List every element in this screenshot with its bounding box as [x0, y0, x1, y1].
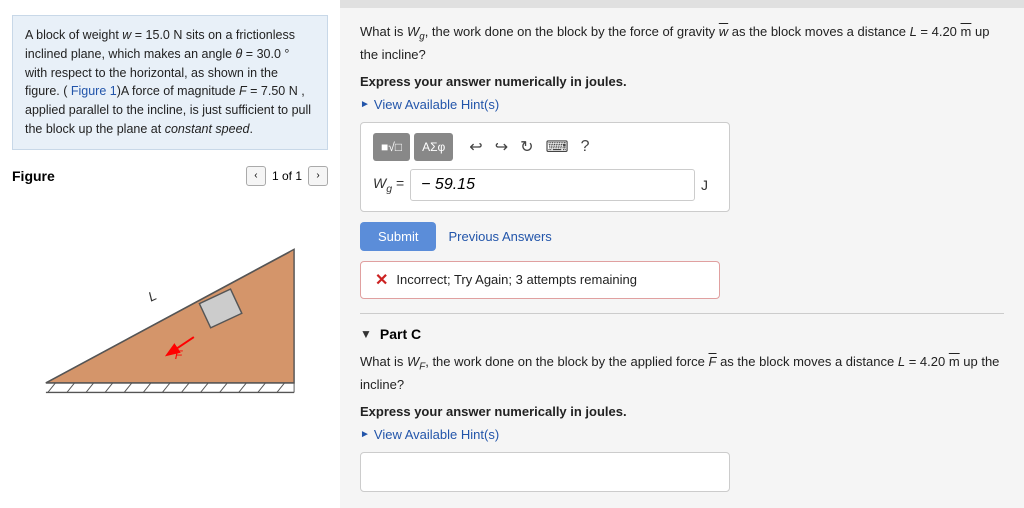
- answer-box: ■ √□ ΑΣφ ↩ ↪ ↻ ⌨: [360, 122, 730, 212]
- left-panel: A block of weight w = 15.0 N sits on a f…: [0, 0, 340, 508]
- problem-text: A block of weight w = 15.0 N sits on a f…: [25, 28, 311, 136]
- figure-navigation: ‹ 1 of 1 ›: [246, 166, 328, 186]
- redo-icon: ↪: [495, 139, 508, 156]
- keyboard-icon: ⌨: [546, 139, 569, 156]
- part-c-title: Part C: [380, 326, 421, 342]
- figure-link[interactable]: Figure 1: [71, 84, 117, 98]
- toolbar: ■ √□ ΑΣφ ↩ ↪ ↻ ⌨: [373, 133, 717, 161]
- partc-hint-text: View Available Hint(s): [374, 427, 499, 442]
- hint-link[interactable]: ► View Available Hint(s): [360, 97, 1004, 112]
- svg-text:L: L: [146, 287, 159, 304]
- help-button[interactable]: ?: [577, 136, 594, 158]
- sqrt-icon: ■: [381, 140, 388, 154]
- figure-canvas: L F: [12, 192, 328, 501]
- partb-question: What is Wg, the work done on the block b…: [360, 22, 1004, 66]
- undo-icon: ↩: [469, 139, 482, 156]
- figure-svg: L F: [12, 192, 328, 402]
- sigma-label: ΑΣφ: [422, 140, 445, 154]
- partc-hint-link[interactable]: ► View Available Hint(s): [360, 427, 1004, 442]
- figure-title: Figure: [12, 168, 238, 184]
- input-label: Wg =: [373, 175, 404, 195]
- sqrt-label: √□: [388, 140, 402, 154]
- submit-button[interactable]: Submit: [360, 222, 436, 251]
- prev-figure-button[interactable]: ‹: [246, 166, 266, 186]
- figure-page: 1 of 1: [272, 169, 302, 183]
- figure-header: Figure ‹ 1 of 1 ›: [12, 158, 328, 192]
- part-c-toggle[interactable]: ▼: [360, 327, 372, 341]
- hint-text: View Available Hint(s): [374, 97, 499, 112]
- hint-arrow-icon: ►: [360, 99, 370, 110]
- sqrt-button[interactable]: ■ √□: [373, 133, 410, 161]
- unit-label: J: [701, 177, 717, 193]
- keyboard-button[interactable]: ⌨: [542, 135, 573, 159]
- express-label: Express your answer numerically in joule…: [360, 74, 1004, 89]
- part-c-header: ▼ Part C: [360, 326, 1004, 342]
- redo-button[interactable]: ↪: [491, 135, 512, 159]
- error-icon: ✕: [375, 270, 388, 290]
- submit-row: Submit Previous Answers: [360, 222, 1004, 251]
- content-area: What is Wg, the work done on the block b…: [340, 8, 1024, 508]
- next-figure-button[interactable]: ›: [308, 166, 328, 186]
- error-text: Incorrect; Try Again; 3 attempts remaini…: [396, 272, 637, 287]
- previous-answers-link[interactable]: Previous Answers: [448, 229, 551, 244]
- figure-section: Figure ‹ 1 of 1 ›: [0, 158, 340, 508]
- answer-input[interactable]: [410, 169, 695, 201]
- input-row: Wg = J: [373, 169, 717, 201]
- refresh-icon: ↻: [520, 139, 533, 156]
- help-icon: ?: [581, 138, 590, 155]
- undo-button[interactable]: ↩: [465, 135, 486, 159]
- partc-answer-box: [360, 452, 730, 492]
- refresh-button[interactable]: ↻: [516, 135, 537, 159]
- symbol-button[interactable]: ΑΣφ: [414, 133, 453, 161]
- partc-question: What is WF, the work done on the block b…: [360, 352, 1004, 396]
- error-box: ✕ Incorrect; Try Again; 3 attempts remai…: [360, 261, 720, 299]
- right-panel: What is Wg, the work done on the block b…: [340, 0, 1024, 508]
- top-bar: [340, 0, 1024, 8]
- divider: [360, 313, 1004, 314]
- partc-express-label: Express your answer numerically in joule…: [360, 404, 1004, 419]
- problem-text-box: A block of weight w = 15.0 N sits on a f…: [12, 15, 328, 150]
- partc-hint-arrow-icon: ►: [360, 429, 370, 440]
